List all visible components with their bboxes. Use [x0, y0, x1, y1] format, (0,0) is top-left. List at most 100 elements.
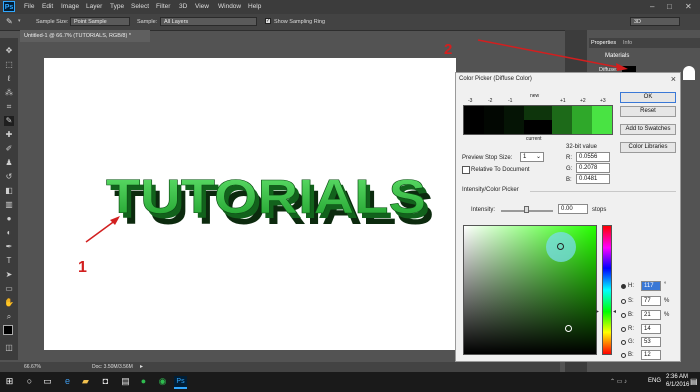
search-icon[interactable]: ○: [24, 376, 35, 387]
s-radio[interactable]: [621, 299, 626, 304]
path-selection-tool-icon[interactable]: ➤: [4, 270, 14, 280]
g-input[interactable]: 53: [641, 337, 661, 347]
tool-preset-chevron-icon[interactable]: ▾: [18, 18, 21, 24]
zoom-tool-icon[interactable]: ⌕: [4, 312, 14, 322]
b-radio[interactable]: [621, 313, 626, 318]
r-radio[interactable]: [621, 327, 626, 332]
green-app-icon[interactable]: ●: [138, 376, 149, 387]
file-explorer-icon[interactable]: ▰: [80, 376, 91, 387]
quick-mask-icon[interactable]: ◫: [4, 343, 14, 353]
hue-slider-right-arrow-icon[interactable]: ◂: [613, 308, 616, 315]
dialog-close-icon[interactable]: ×: [671, 74, 676, 84]
menu-view[interactable]: View: [195, 3, 209, 10]
shape-tool-icon[interactable]: ▭: [4, 284, 14, 294]
dodge-tool-icon[interactable]: ◐: [4, 228, 14, 238]
type-tool-icon[interactable]: T: [4, 256, 14, 266]
maximize-button[interactable]: □: [667, 2, 672, 11]
eraser-tool-icon[interactable]: ◧: [4, 186, 14, 196]
menu-help[interactable]: Help: [248, 3, 261, 10]
status-menu-arrow-icon[interactable]: ▸: [140, 363, 143, 370]
quick-select-tool-icon[interactable]: ⁂: [4, 88, 14, 98]
h-input[interactable]: 117: [641, 281, 661, 291]
notification-icon[interactable]: ▤: [690, 377, 698, 386]
relative-to-document-checkbox[interactable]: [462, 166, 470, 174]
windows-start-icon[interactable]: ⊞: [4, 376, 15, 387]
blur-tool-icon[interactable]: ●: [4, 214, 14, 224]
r-float-input[interactable]: 0.0556: [576, 152, 610, 162]
gradient-tool-icon[interactable]: ▥: [4, 200, 14, 210]
s-input[interactable]: 77: [641, 296, 661, 306]
show-sampling-ring-checkbox[interactable]: ✓: [265, 18, 271, 24]
media-app-icon[interactable]: ▤: [120, 376, 131, 387]
pen-tool-icon[interactable]: ✒: [4, 242, 14, 252]
store-icon[interactable]: ◘: [100, 376, 111, 387]
zoom-level[interactable]: 66.67%: [24, 364, 41, 370]
sample-size-select[interactable]: Point Sample: [70, 17, 130, 26]
hue-slider-left-arrow-icon[interactable]: ▸: [596, 308, 599, 315]
marquee-tool-icon[interactable]: ⬚: [4, 60, 14, 70]
ok-button[interactable]: OK: [620, 92, 676, 103]
stop-swatch-plus-1[interactable]: [552, 106, 572, 134]
stop-swatch-minus-3[interactable]: [464, 106, 484, 134]
tutorials-3d-text[interactable]: TUTORIALS: [106, 171, 427, 225]
r-input[interactable]: 14: [641, 324, 661, 334]
color-field[interactable]: [463, 225, 597, 355]
color-libraries-button[interactable]: Color Libraries: [620, 142, 676, 153]
clone-stamp-tool-icon[interactable]: ♟: [4, 158, 14, 168]
add-to-swatches-button[interactable]: Add to Swatches: [620, 124, 676, 135]
clock-time[interactable]: 2:36 AM: [666, 374, 688, 380]
menu-image[interactable]: Image: [61, 3, 79, 10]
b-rgb-input[interactable]: 12: [641, 350, 661, 360]
material-preview-sphere[interactable]: [683, 66, 695, 80]
stop-swatch-plus-2[interactable]: [572, 106, 592, 134]
preview-stop-size-select[interactable]: 1 ⌄: [520, 152, 544, 162]
reset-button[interactable]: Reset: [620, 106, 676, 117]
brush-tool-icon[interactable]: ✐: [4, 144, 14, 154]
sample-select[interactable]: All Layers: [160, 17, 257, 26]
menu-file[interactable]: File: [24, 3, 34, 10]
menu-3d[interactable]: 3D: [179, 3, 187, 10]
document-canvas[interactable]: TUTORIALS TUTORIALS TUTORIALS 1: [44, 58, 456, 350]
b-float-input[interactable]: 0.0481: [576, 174, 610, 184]
language-indicator[interactable]: ENG: [648, 378, 661, 384]
history-brush-tool-icon[interactable]: ↺: [4, 172, 14, 182]
b-input[interactable]: 21: [641, 310, 661, 320]
menu-layer[interactable]: Layer: [86, 3, 102, 10]
sample-size-label: Sample Size:: [36, 19, 69, 25]
move-tool-icon[interactable]: ✥: [4, 46, 14, 56]
menu-filter[interactable]: Filter: [156, 3, 170, 10]
menu-select[interactable]: Select: [131, 3, 149, 10]
stop-swatch-minus-2[interactable]: [484, 106, 504, 134]
document-tab[interactable]: Untitled-1 @ 66.7% (TUTORIALS, RGB/8) *: [20, 30, 150, 42]
b-rgb-radio[interactable]: [621, 353, 626, 358]
foreground-color-swatch[interactable]: [3, 325, 13, 335]
g-float-input[interactable]: 0.2078: [576, 163, 610, 173]
relative-to-document-label: Relative To Document: [471, 167, 530, 173]
green-app-icon-2[interactable]: ◉: [157, 376, 168, 387]
current-color-swatch[interactable]: [524, 120, 552, 134]
eyedropper-tool-icon[interactable]: ✎: [6, 17, 13, 26]
healing-brush-tool-icon[interactable]: ✚: [4, 130, 14, 140]
minimize-button[interactable]: –: [650, 2, 654, 11]
intensity-slider-thumb[interactable]: [524, 206, 529, 213]
lasso-tool-icon[interactable]: ℓ: [4, 74, 14, 84]
tray-icons[interactable]: ⌃ ▭ ♪: [610, 378, 627, 385]
stop-swatch-plus-3[interactable]: [592, 106, 612, 134]
task-view-icon[interactable]: ▭: [42, 376, 53, 387]
menu-type[interactable]: Type: [110, 3, 124, 10]
intensity-input[interactable]: 0.00: [558, 204, 588, 214]
clock-date[interactable]: 6/1/2016: [666, 382, 689, 388]
stop-swatch-minus-1[interactable]: [504, 106, 524, 134]
hand-tool-icon[interactable]: ✋: [4, 298, 14, 308]
edge-browser-icon[interactable]: e: [62, 376, 73, 387]
workspace-select[interactable]: 3D: [630, 17, 680, 26]
eyedropper-tool-active-icon[interactable]: ✎: [4, 116, 14, 126]
menu-window[interactable]: Window: [218, 3, 241, 10]
photoshop-taskbar-icon[interactable]: Ps: [174, 376, 187, 389]
h-radio[interactable]: [621, 284, 626, 289]
menu-edit[interactable]: Edit: [42, 3, 53, 10]
hue-slider[interactable]: [602, 225, 612, 355]
g-radio[interactable]: [621, 340, 626, 345]
close-button[interactable]: ✕: [685, 2, 692, 11]
crop-tool-icon[interactable]: ⌗: [4, 102, 14, 112]
